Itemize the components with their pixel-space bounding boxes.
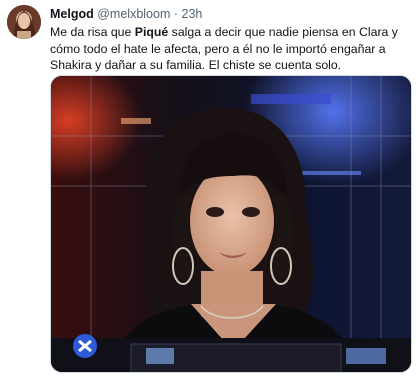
avatar-image	[7, 5, 41, 39]
tweet-text-bold: Piqué	[134, 25, 169, 39]
tweet-header: Melgod @melxbloom · 23h	[50, 6, 202, 22]
timestamp[interactable]: 23h	[182, 7, 203, 21]
author-name[interactable]: Melgod	[50, 7, 94, 21]
separator-dot: ·	[173, 7, 179, 21]
tweet-media[interactable]	[50, 75, 412, 373]
author-avatar[interactable]	[7, 5, 41, 39]
media-image	[51, 76, 411, 372]
tweet-text: Me da risa que Piqué salga a decir que n…	[50, 24, 412, 74]
tweet[interactable]: Melgod @melxbloom · 23h Me da risa que P…	[0, 0, 420, 381]
tweet-text-part-1: Me da risa que	[50, 25, 135, 39]
author-handle[interactable]: @melxbloom	[97, 7, 170, 21]
